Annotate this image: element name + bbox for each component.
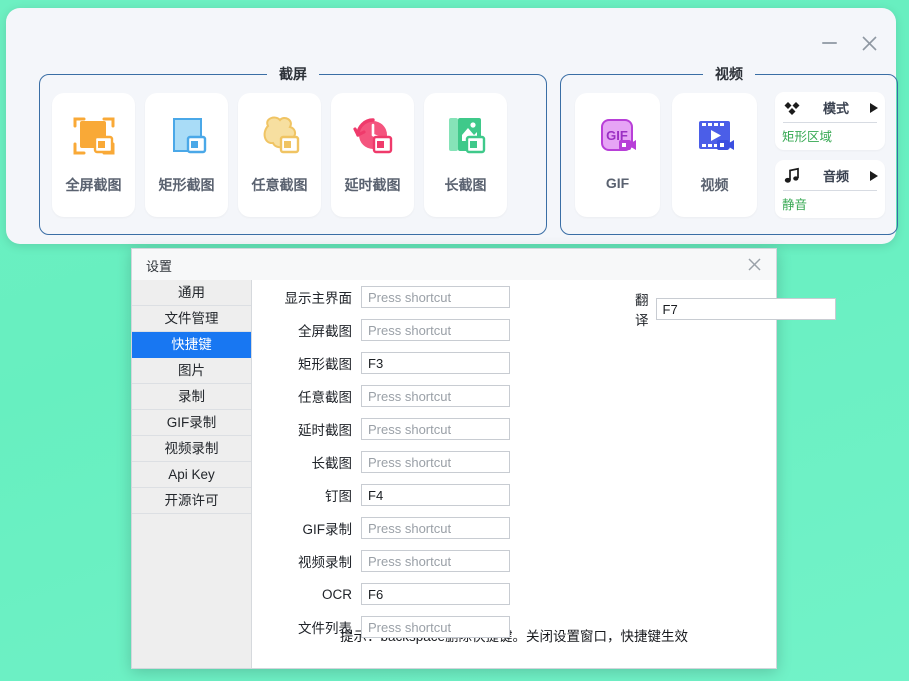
settings-close-button[interactable] [743, 253, 765, 275]
close-button[interactable] [856, 30, 882, 56]
capture-groupbox: 截屏 全屏截图 [39, 74, 547, 235]
fullscreen-capture-icon [68, 99, 120, 173]
shortcut-input[interactable] [361, 517, 510, 539]
settings-body: 通用文件管理快捷键图片录制GIF录制视频录制Api Key开源许可 翻译 提示：… [132, 280, 776, 668]
shortcut-input[interactable] [361, 385, 510, 407]
tile-label: GIF [606, 175, 629, 191]
chevron-right-icon[interactable] [870, 103, 878, 113]
tile-long-capture[interactable]: 长截图 [424, 93, 507, 217]
mode-option-title: 模式 [808, 98, 864, 117]
tile-rect-capture[interactable]: 矩形截图 [145, 93, 228, 217]
tile-freeform-capture[interactable]: 任意截图 [238, 93, 321, 217]
sidebar-item-5[interactable]: 录制 [132, 384, 251, 410]
video-groupbox: 视频 GIF GIF [560, 74, 898, 235]
mode-diamond-icon [782, 98, 802, 118]
shortcut-label: 显示主界面 [266, 287, 352, 307]
rect-capture-icon [161, 99, 213, 173]
audio-note-icon [782, 166, 802, 186]
video-record-icon [689, 99, 741, 173]
gif-record-icon: GIF [592, 99, 644, 173]
audio-option-card[interactable]: 音频 静音 [775, 160, 885, 218]
shortcut-input[interactable] [361, 319, 510, 341]
sidebar-item-2[interactable]: 文件管理 [132, 306, 251, 332]
shortcut-row-11: 文件列表 [266, 616, 510, 638]
translate-shortcut-row: 翻译 [635, 289, 836, 329]
shortcut-row-9: 视频录制 [266, 550, 510, 572]
shortcut-label: 钉图 [266, 485, 352, 505]
minimize-icon [822, 42, 837, 44]
shortcut-row-5: 延时截图 [266, 418, 510, 440]
audio-option-value: 静音 [782, 194, 878, 213]
shortcut-row-4: 任意截图 [266, 385, 510, 407]
tile-fullscreen-capture[interactable]: 全屏截图 [52, 93, 135, 217]
shortcut-label: 视频录制 [266, 551, 352, 571]
sidebar-item-4[interactable]: 图片 [132, 358, 251, 384]
tile-label: 任意截图 [252, 175, 308, 195]
shortcut-label: 全屏截图 [266, 320, 352, 340]
audio-option-header: 音频 [782, 166, 878, 186]
long-capture-icon [440, 99, 492, 173]
settings-title: 设置 [146, 256, 172, 275]
tile-video-record[interactable]: 视频 [672, 93, 757, 217]
shortcut-input[interactable] [361, 616, 510, 638]
translate-label: 翻译 [635, 289, 649, 329]
freeform-capture-icon [254, 99, 306, 173]
audio-option-title: 音频 [808, 166, 864, 185]
shortcut-row-1: 显示主界面 [266, 286, 510, 308]
shortcut-row-2: 全屏截图 [266, 319, 510, 341]
translate-shortcut-input[interactable] [656, 298, 836, 320]
sidebar-item-8[interactable]: Api Key [132, 462, 251, 488]
minimize-button[interactable] [816, 30, 842, 56]
close-icon [861, 35, 878, 52]
shortcut-label: 长截图 [266, 452, 352, 472]
tile-label: 长截图 [445, 175, 487, 195]
main-window: 截屏 全屏截图 [6, 8, 896, 244]
tile-label: 延时截图 [345, 175, 401, 195]
sidebar-item-3[interactable]: 快捷键 [132, 332, 251, 358]
shortcut-row-3: 矩形截图 [266, 352, 510, 374]
settings-sidebar: 通用文件管理快捷键图片录制GIF录制视频录制Api Key开源许可 [132, 280, 252, 668]
settings-titlebar: 设置 [132, 249, 776, 281]
settings-pane-shortcuts: 翻译 提示：backspace删除快捷键。关闭设置窗口，快捷键生效 显示主界面全… [252, 280, 776, 668]
shortcut-label: OCR [266, 587, 352, 602]
tile-gif-record[interactable]: GIF GIF [575, 93, 660, 217]
shortcut-label: 延时截图 [266, 419, 352, 439]
settings-dialog: 设置 通用文件管理快捷键图片录制GIF录制视频录制Api Key开源许可 翻译 … [131, 248, 777, 669]
shortcut-row-6: 长截图 [266, 451, 510, 473]
shortcut-label: 任意截图 [266, 386, 352, 406]
divider [783, 122, 877, 123]
shortcut-label: 文件列表 [266, 617, 352, 637]
shortcut-input[interactable] [361, 583, 510, 605]
tile-label: 矩形截图 [159, 175, 215, 195]
mode-option-value: 矩形区域 [782, 126, 878, 145]
shortcut-row-7: 钉图 [266, 484, 510, 506]
shortcut-input[interactable] [361, 418, 510, 440]
shortcut-row-10: OCR [266, 583, 510, 605]
shortcut-input[interactable] [361, 550, 510, 572]
tile-label: 视频 [701, 175, 729, 195]
tile-label: 全屏截图 [66, 175, 122, 195]
shortcut-input[interactable] [361, 451, 510, 473]
shortcut-label: 矩形截图 [266, 353, 352, 373]
tile-delay-capture[interactable]: 延时截图 [331, 93, 414, 217]
sidebar-item-9[interactable]: 开源许可 [132, 488, 251, 514]
video-tiles: GIF GIF [561, 75, 897, 234]
sidebar-item-6[interactable]: GIF录制 [132, 410, 251, 436]
mode-option-card[interactable]: 模式 矩形区域 [775, 92, 885, 150]
shortcut-input[interactable] [361, 352, 510, 374]
shortcut-label: GIF录制 [266, 518, 352, 538]
shortcut-row-8: GIF录制 [266, 517, 510, 539]
delay-capture-icon [347, 99, 399, 173]
chevron-right-icon[interactable] [870, 171, 878, 181]
close-icon [747, 257, 762, 272]
video-options: 模式 矩形区域 音频 [775, 92, 885, 218]
divider [783, 190, 877, 191]
sidebar-item-7[interactable]: 视频录制 [132, 436, 251, 462]
shortcut-input[interactable] [361, 286, 510, 308]
mode-option-header: 模式 [782, 98, 878, 118]
main-titlebar [6, 8, 896, 56]
sidebar-item-1[interactable]: 通用 [132, 280, 251, 306]
capture-tiles: 全屏截图 矩形截图 [40, 75, 546, 234]
shortcut-input[interactable] [361, 484, 510, 506]
